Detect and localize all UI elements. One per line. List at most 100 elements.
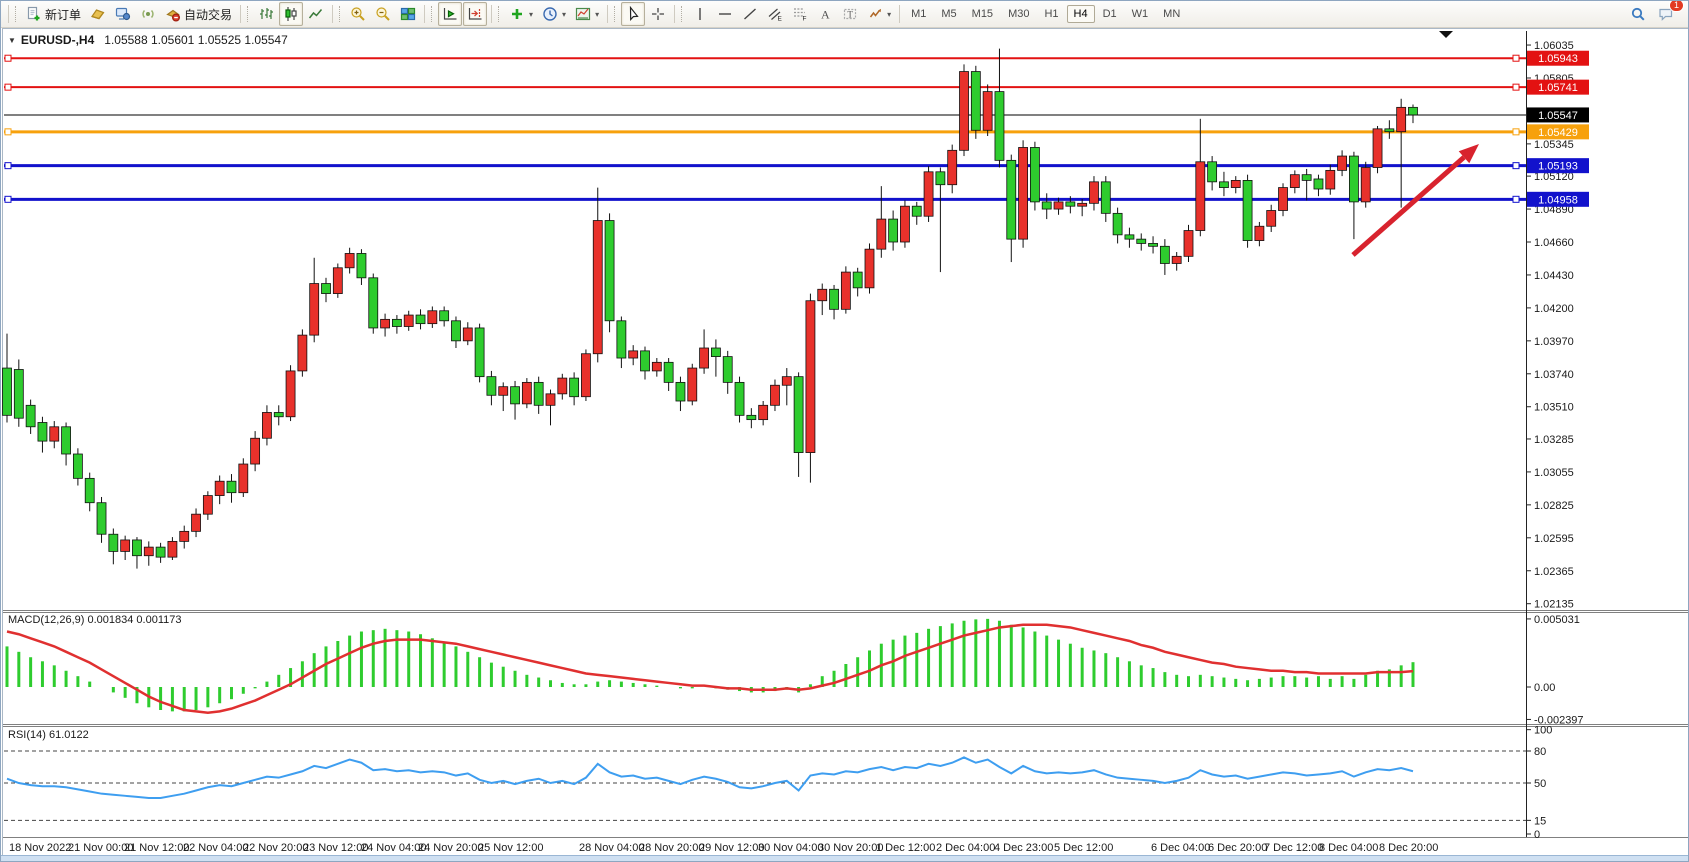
toolbar-grip[interactable]	[431, 6, 435, 22]
line-handle[interactable]	[5, 129, 11, 135]
svg-text:1.03285: 1.03285	[1534, 434, 1574, 446]
zoom-out-icon	[375, 6, 391, 22]
svg-text:30 Nov 04:00: 30 Nov 04:00	[758, 842, 823, 854]
toolbar-grip[interactable]	[339, 6, 343, 22]
signals-button[interactable]	[136, 2, 160, 26]
toolbar-grip[interactable]	[614, 6, 618, 22]
svg-text:1.03510: 1.03510	[1534, 402, 1574, 414]
timeframe-h4-button[interactable]: H4	[1067, 5, 1095, 23]
channel-icon: E	[767, 6, 783, 22]
timeframe-w1-button[interactable]: W1	[1125, 5, 1156, 23]
svg-text:6 Dec 04:00: 6 Dec 04:00	[1151, 842, 1210, 854]
svg-text:1.02825: 1.02825	[1534, 500, 1574, 512]
ohlc-values: 1.05588 1.05601 1.05525 1.05547	[104, 33, 288, 47]
text-button[interactable]: A	[813, 2, 837, 26]
fibonacci-button[interactable]: F	[788, 2, 812, 26]
chart-canvas[interactable]: 1.060351.058051.055751.053451.051201.048…	[1, 1, 1689, 862]
new-order-button[interactable]: 新订单	[22, 2, 85, 26]
line-chart-button[interactable]	[304, 2, 328, 26]
svg-text:A: A	[821, 8, 830, 22]
timeframe-m1-button[interactable]: M1	[904, 5, 933, 23]
svg-text:1.05943: 1.05943	[1538, 53, 1578, 65]
periods-button[interactable]: ▾	[538, 2, 570, 26]
toolbar-separator	[491, 5, 492, 23]
autotrading-button[interactable]: 自动交易	[161, 2, 236, 26]
profiles-icon	[90, 6, 106, 22]
line-handle[interactable]	[1513, 196, 1519, 202]
svg-text:8 Dec 04:00: 8 Dec 04:00	[1319, 842, 1378, 854]
chevron-down-icon[interactable]: ▼	[8, 36, 16, 45]
search-button[interactable]	[1626, 2, 1650, 26]
svg-text:29 Nov 12:00: 29 Nov 12:00	[699, 842, 764, 854]
bar-chart-icon	[258, 6, 274, 22]
search-icon	[1630, 6, 1646, 22]
line-handle[interactable]	[1513, 129, 1519, 135]
profiles-button[interactable]	[86, 2, 110, 26]
auto-scroll-button[interactable]	[438, 2, 462, 26]
dropdown-caret-icon[interactable]: ▾	[887, 10, 891, 19]
svg-text:6 Dec 20:00: 6 Dec 20:00	[1208, 842, 1267, 854]
svg-text:24 Nov 20:00: 24 Nov 20:00	[418, 842, 483, 854]
chart-shift-icon	[467, 6, 483, 22]
toolbar-separator	[424, 5, 425, 23]
toolbar-separator	[8, 5, 9, 23]
templates-button[interactable]: ▾	[571, 2, 603, 26]
toolbar-grip[interactable]	[498, 6, 502, 22]
svg-text:1.03055: 1.03055	[1534, 467, 1574, 479]
dropdown-caret-icon[interactable]: ▾	[595, 10, 599, 19]
periods-icon	[542, 6, 558, 22]
crosshair-icon	[650, 6, 666, 22]
cursor-button[interactable]	[621, 2, 645, 26]
toolbar-grip[interactable]	[15, 6, 19, 22]
svg-text:1.05193: 1.05193	[1538, 161, 1578, 173]
vertical-line-button[interactable]	[688, 2, 712, 26]
svg-text:22 Nov 04:00: 22 Nov 04:00	[183, 842, 248, 854]
arrows-button[interactable]: ▾	[863, 2, 895, 26]
trendline-button[interactable]	[738, 2, 762, 26]
line-handle[interactable]	[5, 163, 11, 169]
toolbar-separator	[240, 5, 241, 23]
timeframe-h1-button[interactable]: H1	[1037, 5, 1065, 23]
indicators-icon	[509, 6, 525, 22]
chart-shift-button[interactable]	[463, 2, 487, 26]
metaeditor-button[interactable]	[111, 2, 135, 26]
line-handle[interactable]	[5, 55, 11, 61]
indicators-button[interactable]: ▾	[505, 2, 537, 26]
toolbar-grip[interactable]	[681, 6, 685, 22]
arrows-icon	[867, 6, 883, 22]
toolbar: 新订单 自动交易 ▾ ▾ ▾ EFAT ▾ M1M5M15M30H1H4D1W1MN 1	[1, 1, 1688, 28]
timeframe-m15-button[interactable]: M15	[965, 5, 1000, 23]
dropdown-caret-icon[interactable]: ▾	[562, 10, 566, 19]
zoom-out-button[interactable]	[371, 2, 395, 26]
toolbar-separator	[899, 5, 900, 23]
timeframe-mn-button[interactable]: MN	[1156, 5, 1187, 23]
line-handle[interactable]	[1513, 84, 1519, 90]
new-order-button-label: 新订单	[45, 6, 81, 23]
tile-windows-button[interactable]	[396, 2, 420, 26]
text-icon: A	[817, 6, 833, 22]
line-handle[interactable]	[1513, 55, 1519, 61]
bar-chart-button[interactable]	[254, 2, 278, 26]
line-handle[interactable]	[5, 196, 11, 202]
channel-button[interactable]: E	[763, 2, 787, 26]
timeframe-m30-button[interactable]: M30	[1001, 5, 1036, 23]
crosshair-button[interactable]	[646, 2, 670, 26]
zoom-in-button[interactable]	[346, 2, 370, 26]
line-handle[interactable]	[5, 84, 11, 90]
templates-icon	[575, 6, 591, 22]
toolbar-grip[interactable]	[247, 6, 251, 22]
label-button[interactable]: T	[838, 2, 862, 26]
time-axis-labels: 18 Nov 202221 Nov 00:0021 Nov 12:0022 No…	[9, 842, 1438, 854]
dropdown-caret-icon[interactable]: ▾	[529, 10, 533, 19]
svg-text:100: 100	[1534, 725, 1552, 737]
timeframe-m5-button[interactable]: M5	[934, 5, 963, 23]
timeframe-d1-button[interactable]: D1	[1096, 5, 1124, 23]
chat-button[interactable]: 1	[1654, 2, 1678, 26]
horizontal-line-button[interactable]	[713, 2, 737, 26]
svg-text:80: 80	[1534, 746, 1546, 758]
candlestick-button[interactable]	[279, 2, 303, 26]
line-handle[interactable]	[1513, 163, 1519, 169]
toolbar-separator	[332, 5, 333, 23]
zoom-in-icon	[350, 6, 366, 22]
svg-text:1.05741: 1.05741	[1538, 82, 1578, 94]
